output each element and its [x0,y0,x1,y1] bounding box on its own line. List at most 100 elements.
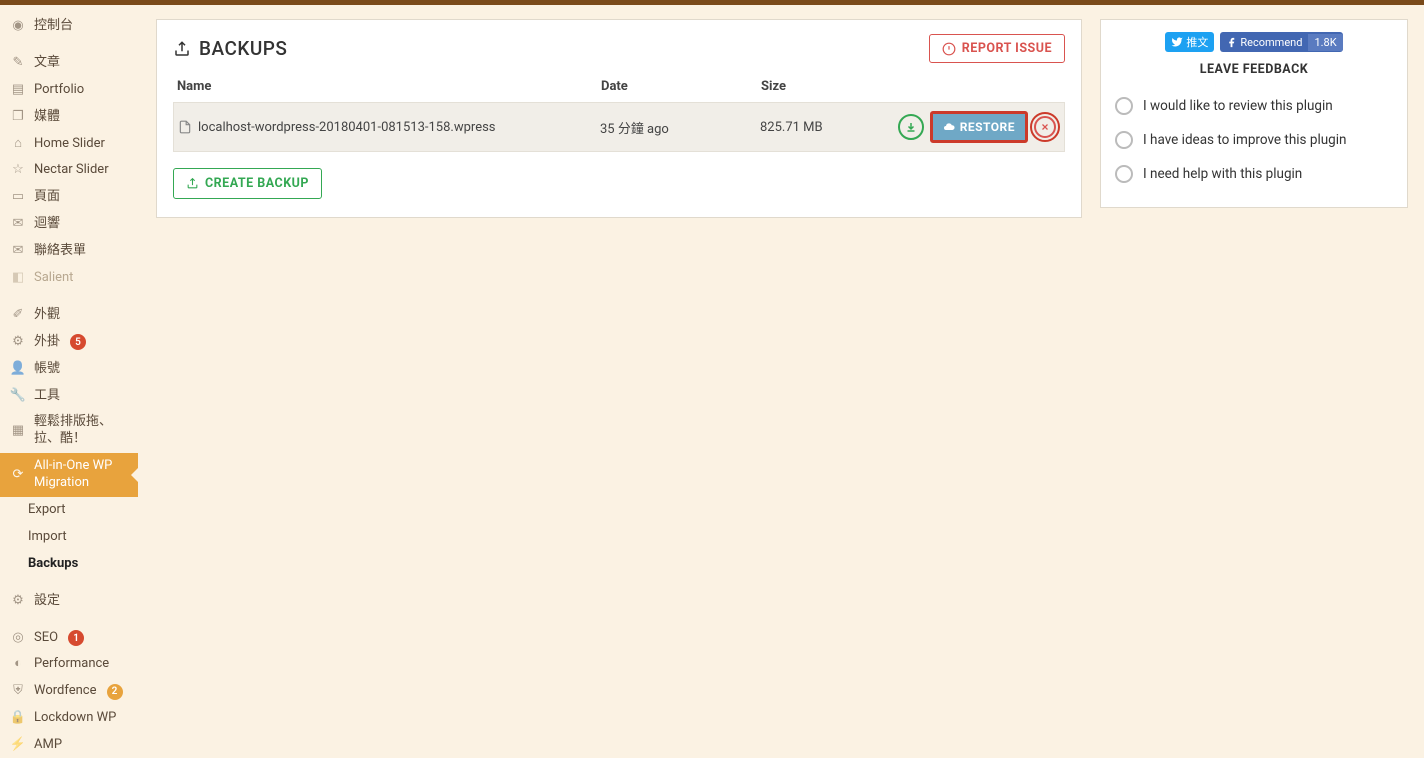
sidebar-item-tools[interactable]: 🔧 工具 [0,383,138,410]
sidebar-item-label: 迴響 [34,216,60,233]
sidebar-item-label: 控制台 [34,18,73,35]
restore-highlight: RESTORE [930,111,1028,143]
sidebar-item-dashboard[interactable]: ◉ 控制台 [0,13,138,40]
sidebar-sub-backups[interactable]: Backups [0,551,138,578]
sidebar-item-salient[interactable]: ◧ Salient [0,265,138,292]
sidebar-sub-export[interactable]: Export [0,497,138,524]
close-icon [1040,122,1050,132]
sidebar-item-label: 文章 [34,55,60,72]
perf-icon: ◐ [10,657,26,673]
sidebar-item-label: AMP [34,737,62,754]
sidebar-item-label: Lockdown WP [34,710,116,727]
sidebar-item-label: 外觀 [34,307,60,324]
sidebar-item-wordfence[interactable]: ⛨ Wordfence 2 [0,678,138,705]
feedback-panel: 推文 Recommend 1.8K LEAVE FEEDBACK I would… [1100,19,1408,208]
salient-icon: ◧ [10,270,26,286]
facebook-icon [1226,37,1237,48]
sidebar-item-label: 工具 [34,388,60,405]
download-button[interactable] [898,114,924,140]
report-issue-button[interactable]: REPORT ISSUE [929,34,1065,63]
update-badge: 5 [70,334,86,350]
sidebar-item-label: Wordfence [34,683,97,700]
backup-name: localhost-wordpress-20180401-081513-158.… [198,120,496,135]
settings-icon: ⚙ [10,593,26,609]
sidebar-item-posts[interactable]: ✎ 文章 [0,50,138,77]
sidebar-item-amp[interactable]: ⚡AMP [0,732,138,758]
sidebar-item-label: SEO [34,630,58,647]
sidebar-item-label: Import [28,529,67,546]
sidebar-item-label: Salient [34,270,73,287]
pin-icon: ✎ [10,55,26,71]
star-icon: ☆ [10,163,26,179]
sidebar-item-label: 聯絡表單 [34,243,86,260]
feedback-title: LEAVE FEEDBACK [1115,62,1393,77]
sidebar-item-label: 輕鬆排版拖、拉、酷！ [34,414,130,448]
delete-highlight [1030,112,1060,142]
sidebar-sub-import[interactable]: Import [0,524,138,551]
sidebar-item-label: 設定 [34,593,60,610]
recommend-count: 1.8K [1308,34,1342,51]
shield-icon: ⛨ [10,684,26,700]
sidebar-item-label: Performance [34,656,109,673]
column-size: Size [761,79,881,94]
sidebar-item-label: All-in-One WP Migration [34,458,130,492]
sidebar-item-plugins[interactable]: ⚙外掛5 [0,329,138,356]
create-backup-button[interactable]: CREATE BACKUP [173,168,322,199]
export-icon [173,40,191,58]
radio-icon [1115,131,1133,149]
alert-icon [942,42,956,56]
update-badge: 2 [107,684,123,700]
backups-panel: BACKUPS REPORT ISSUE Name Date Size [156,19,1082,218]
sidebar-item-nectar-slider[interactable]: ☆Nectar Slider [0,157,138,184]
file-icon [178,120,192,134]
sidebar-item-comments[interactable]: ✉ 迴響 [0,211,138,238]
sidebar-item-layout[interactable]: ▦輕鬆排版拖、拉、酷！ [0,409,138,453]
dashboard-icon: ◉ [10,18,26,34]
sidebar-item-label: 帳號 [34,361,60,378]
media-icon: ❐ [10,109,26,125]
feedback-option-ideas[interactable]: I have ideas to improve this plugin [1115,123,1393,157]
portfolio-icon: ▤ [10,82,26,98]
sidebar-item-seo[interactable]: ◎SEO1 [0,625,138,652]
sidebar-item-users[interactable]: 👤 帳號 [0,356,138,383]
sidebar-item-portfolio[interactable]: ▤Portfolio [0,77,138,104]
column-date: Date [601,79,761,94]
column-name: Name [177,79,601,94]
wrench-icon: 🔧 [10,388,26,404]
sidebar-item-label: Home Slider [34,136,105,153]
sidebar-item-home-slider[interactable]: ⌂ Home Slider [0,131,138,158]
feedback-option-help[interactable]: I need help with this plugin [1115,157,1393,191]
comment-icon: ✉ [10,217,26,233]
page-icon: ▭ [10,190,26,206]
user-icon: 👤 [10,361,26,377]
download-icon [905,121,917,133]
export-icon [186,177,199,190]
sidebar-item-label: Export [28,502,66,519]
lock-icon: 🔒 [10,711,26,727]
radio-icon [1115,165,1133,183]
admin-sidebar: ◉ 控制台 ✎ 文章 ▤Portfolio ❐ 媒體 ⌂ Home Slider ☆Ne… [0,5,138,758]
sidebar-item-performance[interactable]: ◐ Performance [0,651,138,678]
backup-size: 825.71 MB [760,120,880,135]
table-row: localhost-wordpress-20180401-081513-158.… [173,102,1065,152]
sidebar-item-appearance[interactable]: ✐ 外觀 [0,302,138,329]
restore-button[interactable]: RESTORE [933,114,1025,140]
tweet-button[interactable]: 推文 [1165,32,1214,52]
sidebar-item-migration[interactable]: ⟳All-in-One WP Migration [0,453,138,497]
update-badge: 1 [68,630,84,646]
sidebar-item-label: Backups [28,556,78,573]
sidebar-item-settings[interactable]: ⚙ 設定 [0,588,138,615]
sidebar-item-media[interactable]: ❐ 媒體 [0,104,138,131]
sidebar-item-contact[interactable]: ✉聯絡表單 [0,238,138,265]
sidebar-item-lockdown[interactable]: 🔒 Lockdown WP [0,705,138,732]
twitter-icon [1171,36,1183,48]
sidebar-item-label: 媒體 [34,109,60,126]
feedback-option-review[interactable]: I would like to review this plugin [1115,89,1393,123]
plug-icon: ⚙ [10,334,26,350]
home-icon: ⌂ [10,136,26,152]
recommend-button[interactable]: Recommend 1.8K [1220,32,1342,52]
sidebar-item-pages[interactable]: ▭頁面 [0,184,138,211]
delete-button[interactable] [1034,116,1056,138]
brush-icon: ✐ [10,307,26,323]
main-content: BACKUPS REPORT ISSUE Name Date Size [138,5,1424,758]
